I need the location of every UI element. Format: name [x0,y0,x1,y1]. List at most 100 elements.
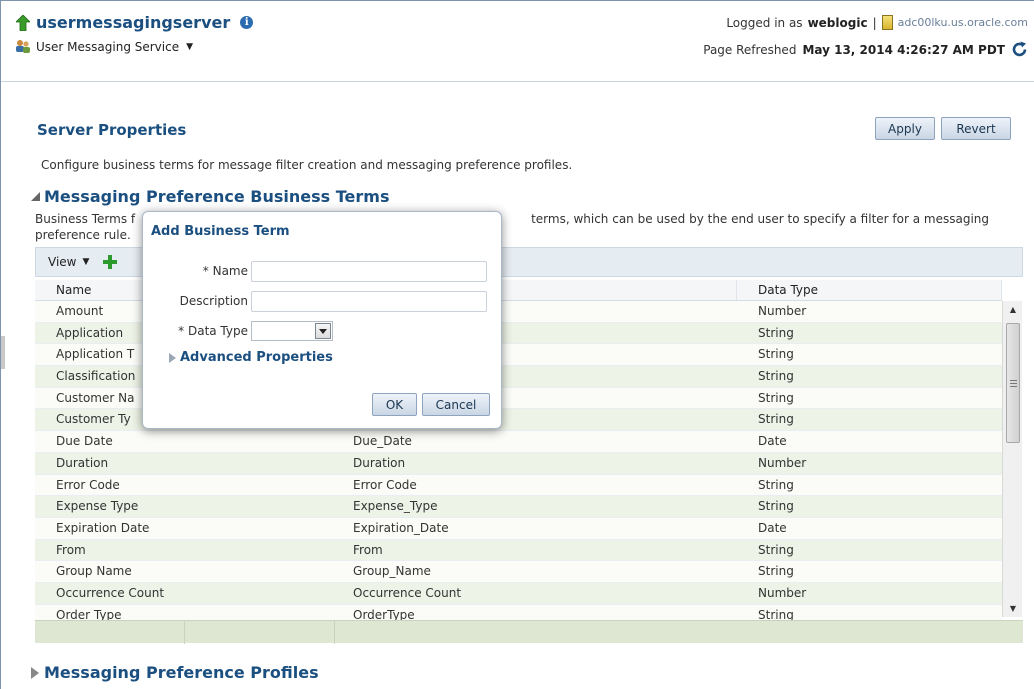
footer-cell [35,621,185,644]
host-name: adc00lku.us.oracle.com [897,16,1028,29]
table-row[interactable]: Due Date Due_Date Date [35,431,1002,453]
chevron-down-icon: ▼ [186,41,194,52]
cell-name: Group Name [56,564,132,579]
scroll-thumb[interactable] [1006,323,1020,443]
page-description: Configure business terms for message fil… [41,158,573,172]
cell-data-type: String [758,564,794,579]
cell-key: Expense_Type [353,499,438,514]
cell-data-type: Number [758,304,807,318]
cell-data-type: String [758,412,794,427]
username[interactable]: weblogic [808,16,868,30]
data-type-label: * Data Type [178,324,248,338]
cell-data-type: String [758,477,794,492]
data-type-select[interactable] [251,321,333,341]
refreshed-prefix: Page Refreshed [703,42,797,57]
cell-data-type: Date [758,434,787,449]
cell-data-type: Number [758,585,807,600]
splitter-handle[interactable] [1,336,5,369]
footer-cell [185,621,335,644]
cell-key: Due_Date [353,434,412,449]
name-label: * Name [203,264,248,278]
cell-name: Due Date [56,434,113,449]
table-row[interactable]: Expiration Date Expiration_Date Date [35,517,1002,540]
business-terms-header[interactable]: Messaging Preference Business Terms [31,187,389,206]
cell-key: Occurrence Count [353,585,462,600]
ok-button[interactable]: OK [372,393,417,416]
advanced-properties-label: Advanced Properties [180,350,333,365]
description-field[interactable] [251,291,487,312]
table-row[interactable]: Error Code Error Code String [35,474,1002,497]
required-marker: * [178,324,185,338]
header-divider [1,81,1034,82]
refreshed-time: May 13, 2014 4:26:27 AM PDT [802,42,1005,57]
revert-button[interactable]: Revert [941,117,1011,140]
description-right: terms, which can be used by the end user… [531,212,989,226]
cell-data-type: String [758,347,794,362]
cell-key: Duration [353,455,406,470]
description-left: Business Terms f [35,212,136,226]
table-scrollbar[interactable]: ▲ ▼ [1002,301,1022,617]
chevron-down-icon: ▼ [82,257,90,267]
cell-name: Expense Type [56,499,139,514]
info-icon[interactable]: i [240,16,254,29]
cell-data-type: String [758,325,794,340]
page-frame: usermessagingserver i User Messaging Ser… [0,0,1034,689]
cell-name: Occurrence Count [56,585,165,600]
collapse-icon [31,192,40,201]
table-row[interactable]: Duration Duration Number [35,452,1002,475]
scroll-up-icon[interactable]: ▲ [1003,301,1023,318]
cell-data-type: String [758,499,794,514]
cell-name: Duration [56,455,109,470]
logged-in-prefix: Logged in as [726,15,803,30]
cell-data-type: String [758,542,794,557]
table-row[interactable]: Expense Type Expense_Type String [35,496,1002,518]
table-footer [35,620,1023,644]
view-menu-label: View [48,255,77,269]
page-title: Server Properties [37,121,187,139]
expand-icon [169,352,176,363]
column-header-data-type[interactable]: Data Type [737,280,1002,300]
cell-data-type: String [758,390,794,405]
app-header: usermessagingserver i [16,13,254,32]
data-type-label-text: Data Type [187,324,248,338]
scroll-down-icon[interactable]: ▼ [1003,600,1023,617]
expand-icon [31,666,39,679]
target-menu[interactable]: User Messaging Service ▼ [15,39,193,54]
cell-key: Group_Name [353,564,431,579]
users-icon [15,39,31,54]
cell-name: Error Code [56,477,120,492]
separator: | [872,15,877,30]
cell-key: From [353,542,383,557]
view-menu[interactable]: View ▼ [48,255,89,269]
table-row[interactable]: Occurrence Count Occurrence Count Number [35,582,1002,605]
login-info: Logged in as weblogic | adc00lku.us.orac… [726,15,1028,30]
refresh-icon[interactable] [1011,41,1028,58]
dialog-title: Add Business Term [151,224,290,239]
business-terms-title: Messaging Preference Business Terms [44,187,390,206]
name-label-text: Name [212,264,248,278]
up-arrow-icon[interactable] [16,14,30,31]
server-icon [881,15,893,30]
required-marker: * [202,264,209,278]
grip-icon [1009,379,1017,387]
cell-key: Error Code [353,477,417,492]
app-title: usermessagingserver [36,13,231,32]
cell-data-type: Number [758,455,807,470]
table-row[interactable]: Group Name Group_Name String [35,561,1002,583]
cell-name: From [56,542,86,557]
profiles-header[interactable]: Messaging Preference Profiles [31,663,319,682]
apply-button[interactable]: Apply [875,117,935,140]
add-business-term-dialog: Add Business Term * Name Description * D… [142,211,502,429]
refresh-info: Page Refreshed May 13, 2014 4:26:27 AM P… [703,41,1028,58]
add-icon[interactable] [103,255,118,269]
cell-data-type: String [758,369,794,384]
cell-name: Expiration Date [56,520,150,535]
cancel-button[interactable]: Cancel [422,393,490,416]
description-label: Description [179,294,248,308]
chevron-down-icon[interactable] [315,323,331,339]
table-row[interactable]: From From String [35,539,1002,562]
cell-key: Expiration_Date [353,520,449,535]
cell-data-type: Date [758,520,787,535]
name-field[interactable] [251,261,487,282]
advanced-properties-toggle[interactable]: Advanced Properties [169,350,333,365]
